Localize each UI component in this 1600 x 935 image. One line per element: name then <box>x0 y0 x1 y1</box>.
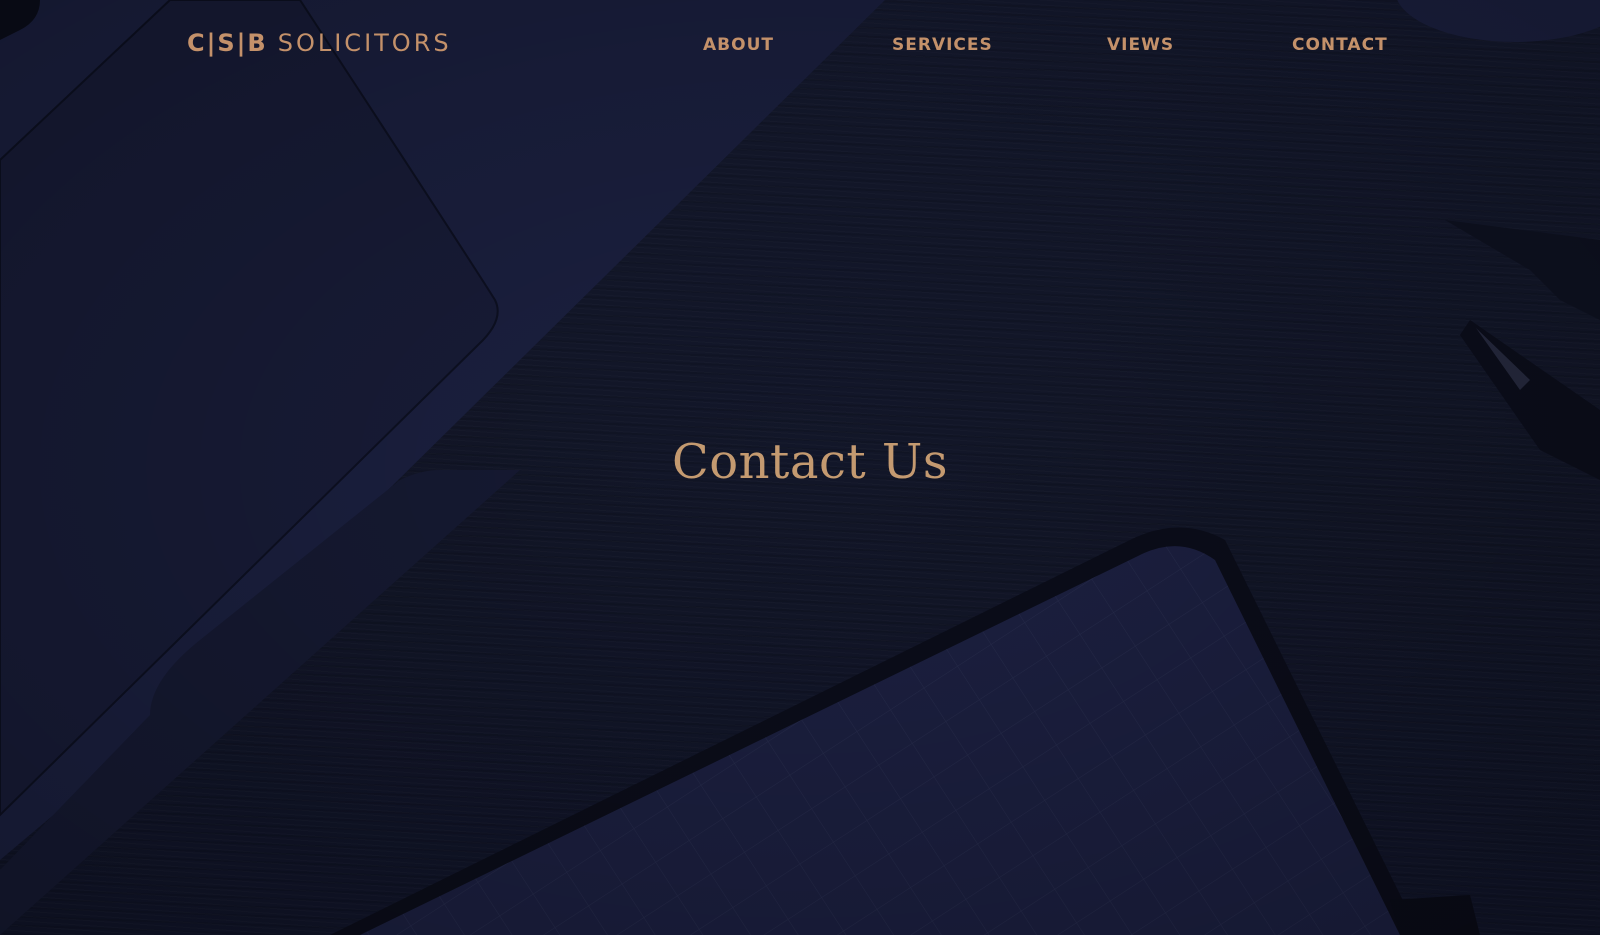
site-header: C|S|B SOLICITORS ABOUT SERVICES VIEWS CON… <box>0 0 1600 92</box>
page: C|S|B SOLICITORS ABOUT SERVICES VIEWS CON… <box>0 0 1600 935</box>
nav-item-services[interactable]: SERVICES <box>892 34 993 56</box>
nav-item-about[interactable]: ABOUT <box>703 34 774 56</box>
nav-item-contact[interactable]: CONTACT <box>1292 34 1388 56</box>
main-nav: ABOUT SERVICES VIEWS CONTACT <box>0 34 1600 58</box>
nav-item-views[interactable]: VIEWS <box>1107 34 1174 56</box>
page-title: Contact Us <box>672 434 948 490</box>
